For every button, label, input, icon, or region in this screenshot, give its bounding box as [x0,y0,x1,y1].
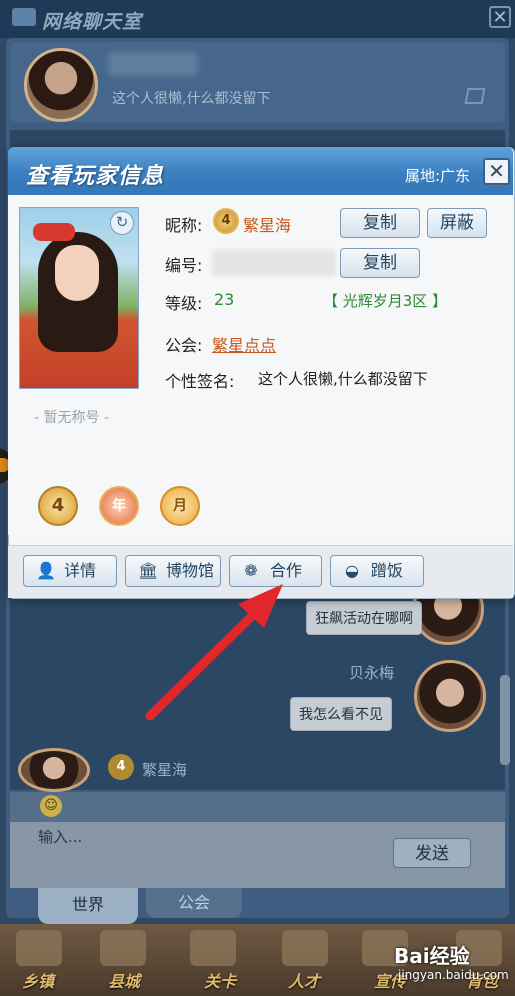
send-button[interactable]: 发送 [393,838,471,868]
level-badge-icon: 4 [213,208,239,234]
level-value: 23 [214,290,235,309]
emoji-icon[interactable]: ☺ [40,795,62,817]
edit-icon[interactable] [464,88,486,104]
nav-stage[interactable]: 关卡 [204,968,236,992]
person-icon: 👤 [36,561,56,580]
chat-window-close-button[interactable]: ✕ [489,6,511,28]
portrait-face [55,245,99,301]
my-name-redacted [108,52,198,76]
nickname-value: 繁星海 [243,216,292,235]
guild-link[interactable]: 繁星点点 [212,332,276,356]
chat-window-title: 网络聊天室 [42,11,143,33]
cooperate-button[interactable]: ❁ 合作 [229,555,322,587]
talent-icon [282,930,328,966]
message-avatar[interactable] [18,748,90,792]
watermark-logo: Bai经验 [394,944,470,968]
chat-icon [12,8,36,26]
dialog-title: 查看玩家信息 [26,164,165,189]
bowl-icon: ◒ [345,561,359,580]
nav-town[interactable]: 乡镇 [22,968,54,992]
year-medal-icon[interactable]: 年 [99,486,139,526]
level-badge-icon: 4 [108,754,134,780]
my-avatar[interactable] [24,48,98,122]
signature-label: 个性签名: [165,372,235,391]
share-meal-button[interactable]: ◒ 蹭饭 [330,555,424,587]
dialog-close-button[interactable]: ✕ [483,158,510,185]
watermark-url: jingyan.baidu.com [398,968,509,982]
message-input-placeholder: 输入... [38,828,83,846]
message-sender-name: 繁星海 [142,761,188,779]
nav-county[interactable]: 县城 [108,968,140,992]
county-icon [100,930,146,966]
copy-id-button[interactable]: 复制 [340,248,420,278]
copy-nickname-button[interactable]: 复制 [340,208,420,238]
museum-button[interactable]: 🏛 博物馆 [125,555,221,587]
player-id-redacted [212,250,336,276]
month-medal-icon[interactable]: 月 [160,486,200,526]
message-bubble: 我怎么看不见 [290,697,392,731]
tab-guild[interactable]: 公会 [146,888,242,918]
level-label: 等级: [165,294,203,313]
input-toolbar [10,792,505,822]
player-location: 属地:广东 [405,167,471,185]
cooperate-button-label: 合作 [270,561,303,580]
tab-world[interactable]: 世界 [38,888,138,924]
stage-icon [190,930,236,966]
details-button-label: 详情 [64,561,97,580]
message-avatar[interactable] [414,660,486,732]
museum-button-label: 博物馆 [166,561,215,580]
nav-talent[interactable]: 人才 [288,968,320,992]
player-title-empty: - 暂无称号 - [34,410,110,426]
refresh-icon[interactable]: ↻ [110,211,134,235]
id-label: 编号: [165,256,203,275]
chat-scrollbar[interactable] [500,675,510,765]
town-icon [16,930,62,966]
guild-label: 公会: [165,336,203,355]
nickname-label: 昵称: [165,216,203,235]
message-sender-name: 贝永梅 [349,664,395,682]
signature-value: 这个人很懒,什么都没留下 [258,370,428,388]
details-button[interactable]: 👤 详情 [23,555,117,587]
block-button[interactable]: 屏蔽 [427,208,487,238]
museum-icon: 🏛 [138,561,159,580]
server-name: 【 光辉岁月3区 】 [323,292,448,310]
portrait-bow [33,223,75,241]
film-reel-icon: ❁ [244,561,258,580]
share-meal-button-label: 蹭饭 [371,561,404,580]
message-bubble: 狂飙活动在哪啊 [306,601,422,635]
level-medal-icon[interactable]: 4 [38,486,78,526]
my-signature: 这个人很懒,什么都没留下 [112,91,271,107]
